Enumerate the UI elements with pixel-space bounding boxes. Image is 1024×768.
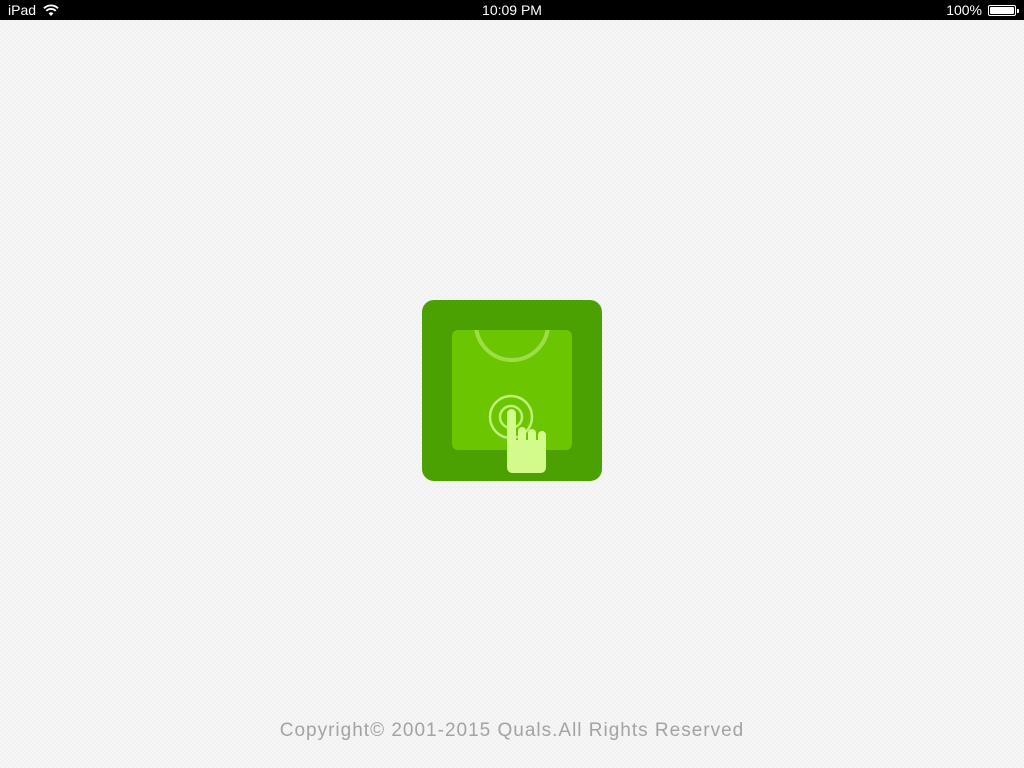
- status-time: 10:09 PM: [482, 2, 542, 18]
- battery-percent: 100%: [946, 2, 982, 18]
- battery-fill: [990, 6, 1014, 14]
- copyright-text: Copyright© 2001-2015 Quals.All Rights Re…: [279, 720, 745, 741]
- status-bar: iPad 10:09 PM 100%: [0, 0, 1024, 20]
- app-logo: [422, 300, 602, 481]
- app-logo-graphic: [422, 300, 602, 481]
- battery-cap: [1017, 8, 1019, 13]
- battery-icon: [988, 4, 1019, 16]
- status-right: 100%: [946, 0, 1019, 20]
